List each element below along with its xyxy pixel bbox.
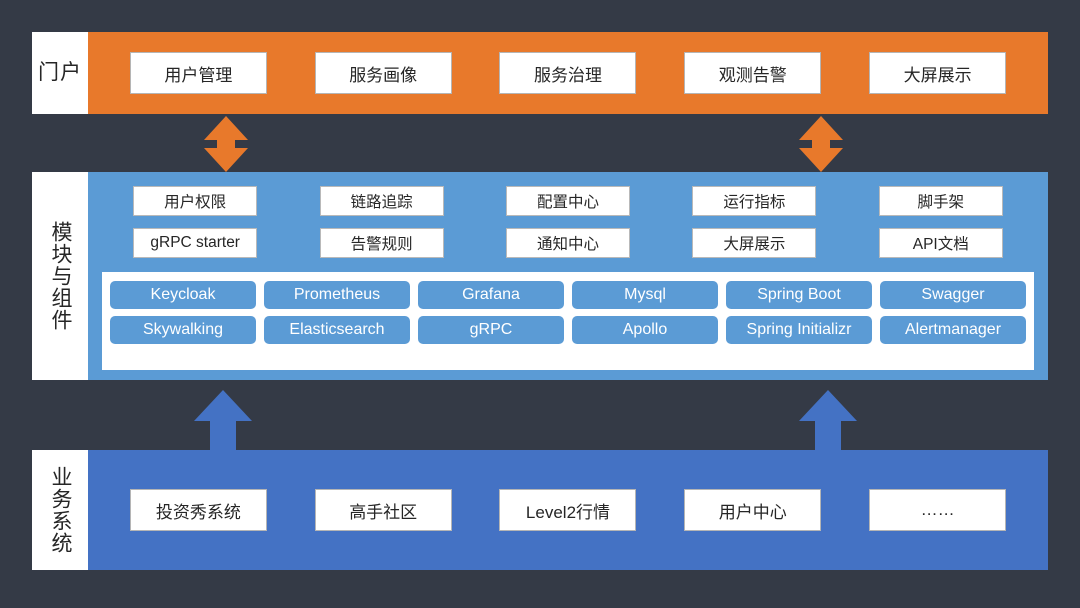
portal-band-label: 门户 bbox=[32, 32, 88, 114]
tech-row-2: Skywalking Elasticsearch gRPC Apollo Spr… bbox=[110, 316, 1026, 344]
module-item-config-center[interactable]: 配置中心 bbox=[505, 186, 630, 216]
tech-chip-prometheus[interactable]: Prometheus bbox=[264, 281, 410, 309]
connector-portal-modules-left bbox=[204, 116, 248, 172]
business-item-investment-show-system[interactable]: 投资秀系统 bbox=[129, 489, 267, 531]
tech-chip-spring-initializr[interactable]: Spring Initializr bbox=[726, 316, 872, 344]
portal-item-dashboard[interactable]: 大屏展示 bbox=[869, 52, 1007, 94]
business-band-label: 业务系统 bbox=[32, 450, 88, 570]
tech-chip-grpc[interactable]: gRPC bbox=[418, 316, 564, 344]
tech-chip-elasticsearch[interactable]: Elasticsearch bbox=[264, 316, 410, 344]
tech-chip-apollo[interactable]: Apollo bbox=[572, 316, 718, 344]
portal-band-body: 用户管理 服务画像 服务治理 观测告警 大屏展示 bbox=[88, 32, 1048, 114]
module-item-grpc-starter[interactable]: gRPC starter bbox=[133, 228, 258, 258]
portal-item-user-management[interactable]: 用户管理 bbox=[129, 52, 267, 94]
connector-business-modules-left bbox=[194, 390, 252, 451]
modules-band-body: 用户权限 链路追踪 配置中心 运行指标 脚手架 gRPC starter 告警规… bbox=[88, 172, 1048, 380]
portal-band: 门户 用户管理 服务画像 服务治理 观测告警 大屏展示 bbox=[32, 32, 1048, 114]
module-item-trace[interactable]: 链路追踪 bbox=[319, 186, 444, 216]
portal-item-observability-alerting[interactable]: 观测告警 bbox=[684, 52, 822, 94]
architecture-diagram: 门户 用户管理 服务画像 服务治理 观测告警 大屏展示 模块与组件 用户权限 链… bbox=[0, 0, 1080, 608]
business-item-level2-quotes[interactable]: Level2行情 bbox=[499, 489, 637, 531]
tech-chip-spring-boot[interactable]: Spring Boot bbox=[726, 281, 872, 309]
tech-row-1: Keycloak Prometheus Grafana Mysql Spring… bbox=[110, 281, 1026, 309]
tech-chip-keycloak[interactable]: Keycloak bbox=[110, 281, 256, 309]
module-item-notification-center[interactable]: 通知中心 bbox=[505, 228, 630, 258]
portal-item-service-profile[interactable]: 服务画像 bbox=[314, 52, 452, 94]
business-band-body: 投资秀系统 高手社区 Level2行情 用户中心 …… bbox=[88, 450, 1048, 570]
connector-business-modules-right bbox=[799, 390, 857, 451]
tech-components-panel: Keycloak Prometheus Grafana Mysql Spring… bbox=[102, 272, 1034, 370]
tech-chip-mysql[interactable]: Mysql bbox=[572, 281, 718, 309]
business-item-expert-community[interactable]: 高手社区 bbox=[314, 489, 452, 531]
tech-chip-skywalking[interactable]: Skywalking bbox=[110, 316, 256, 344]
business-band: 业务系统 投资秀系统 高手社区 Level2行情 用户中心 …… bbox=[32, 450, 1048, 570]
module-item-runtime-metrics[interactable]: 运行指标 bbox=[692, 186, 817, 216]
tech-chip-grafana[interactable]: Grafana bbox=[418, 281, 564, 309]
module-row-2: gRPC starter 告警规则 通知中心 大屏展示 API文档 bbox=[102, 226, 1034, 260]
modules-band: 模块与组件 用户权限 链路追踪 配置中心 运行指标 脚手架 gRPC start… bbox=[32, 172, 1048, 380]
tech-chip-alertmanager[interactable]: Alertmanager bbox=[880, 316, 1026, 344]
tech-chip-swagger[interactable]: Swagger bbox=[880, 281, 1026, 309]
module-item-scaffold[interactable]: 脚手架 bbox=[878, 186, 1003, 216]
portal-item-service-governance[interactable]: 服务治理 bbox=[499, 52, 637, 94]
module-row-1: 用户权限 链路追踪 配置中心 运行指标 脚手架 bbox=[102, 184, 1034, 218]
module-item-alert-rules[interactable]: 告警规则 bbox=[319, 228, 444, 258]
business-item-user-center[interactable]: 用户中心 bbox=[684, 489, 822, 531]
business-item-more[interactable]: …… bbox=[869, 489, 1007, 531]
connector-portal-modules-right bbox=[799, 116, 843, 172]
modules-band-label: 模块与组件 bbox=[32, 172, 88, 380]
module-item-dashboard[interactable]: 大屏展示 bbox=[692, 228, 817, 258]
module-item-user-permission[interactable]: 用户权限 bbox=[133, 186, 258, 216]
module-item-api-doc[interactable]: API文档 bbox=[878, 228, 1003, 258]
